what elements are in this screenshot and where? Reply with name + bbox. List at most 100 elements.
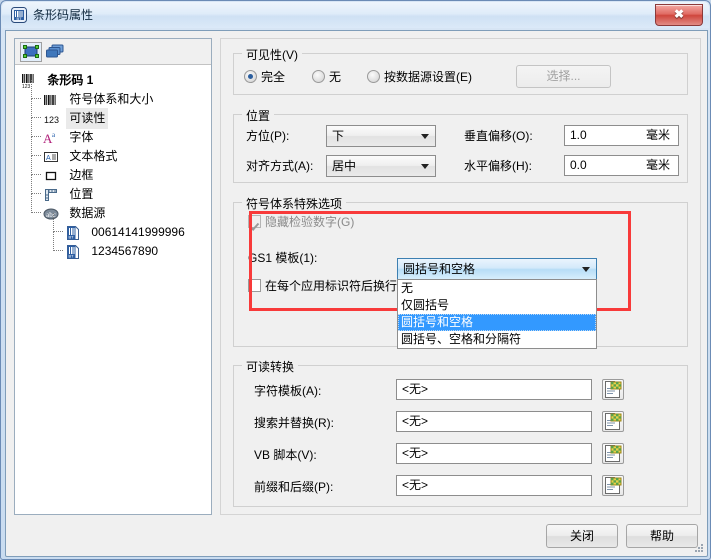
window-title: 条形码属性 [33, 8, 94, 22]
vertical-offset-unit: 毫米 [645, 128, 670, 142]
dropdown-option-parens-spaces[interactable]: 圆括号和空格 [398, 314, 596, 331]
tree-item-record-2[interactable]: BT 1234567890 [15, 232, 211, 260]
select-object-icon[interactable] [20, 42, 42, 62]
tree-item-symbology[interactable]: 符号体系和大小 [15, 80, 211, 108]
tree-item-border[interactable]: 边框 [15, 156, 211, 184]
chevron-down-icon [582, 267, 590, 272]
object-tree-pane: 123 条形码 1 符号体系和大小 123 可读性 A a 字体 A 文本格式 … [14, 38, 212, 515]
tree-item-label: 条形码 1 [47, 73, 94, 87]
close-icon: ✖ [673, 7, 685, 21]
vb-script-label: VB 脚本(V): [254, 448, 317, 462]
tree-item-label: 可读性 [66, 108, 109, 129]
tree-item-label: 1234567890 [91, 244, 159, 258]
svg-text:a: a [52, 131, 56, 139]
tree-item-label: 位置 [69, 187, 94, 201]
tree-item-record-1[interactable]: BT 00614141999996 [15, 213, 211, 241]
svg-text:BT: BT [16, 16, 22, 21]
chevron-down-icon [421, 164, 429, 169]
title-bar: BT 条形码属性 ✖ [2, 2, 709, 28]
text-format-icon: A [43, 149, 59, 165]
vb-script-value: <无> [402, 446, 429, 460]
readable-conversion-group-title: 可读转换 [242, 358, 299, 375]
gs1-template-dropdown-list[interactable]: 无 仅圆括号 圆括号和空格 圆括号、空格和分隔符 [397, 279, 597, 349]
vertical-offset-label: 垂直偏移(O): [464, 129, 533, 143]
orientation-label: 方位(P): [246, 129, 290, 143]
horizontal-offset-field[interactable]: 0.0 毫米 [564, 155, 679, 176]
resize-grip[interactable] [692, 542, 704, 554]
barcode-properties-window: BT 条形码属性 ✖ 123 条形码 1 符号体系和大小 123 可读性 A a… [0, 0, 711, 560]
tree-item-position[interactable]: 位置 [15, 175, 211, 203]
layers-icon[interactable] [45, 42, 67, 62]
tree-item-data-source[interactable]: abc 数据源 [15, 194, 211, 222]
char-template-field[interactable]: <无> [396, 379, 592, 400]
visibility-radio-none-label: 无 [329, 70, 342, 84]
tree-item-text-format[interactable]: A 文本格式 [15, 137, 211, 165]
dialog-client-area: 123 条形码 1 符号体系和大小 123 可读性 A a 字体 A 文本格式 … [5, 30, 708, 557]
wrap-after-ai-checkbox[interactable] [248, 279, 261, 292]
data-record-icon: BT [65, 244, 81, 260]
object-tree[interactable]: 123 条形码 1 符号体系和大小 123 可读性 A a 字体 A 文本格式 … [15, 66, 211, 514]
position-group-title: 位置 [242, 107, 275, 124]
vertical-offset-value: 1.0 [570, 128, 587, 142]
vb-script-field[interactable]: <无> [396, 443, 592, 464]
help-button[interactable]: 帮助 [626, 524, 698, 548]
vertical-offset-field[interactable]: 1.0 毫米 [564, 125, 679, 146]
search-replace-label: 搜索并替换(R): [254, 416, 334, 430]
svg-text:abc: abc [46, 211, 56, 219]
browse-template-icon[interactable] [602, 443, 624, 464]
prefix-suffix-label: 前缀和后缀(P): [254, 480, 334, 494]
browse-template-icon[interactable] [602, 411, 624, 432]
tree-item-label: 数据源 [69, 206, 106, 220]
tree-item-label: 文本格式 [69, 149, 118, 163]
gs1-template-combo[interactable]: 圆括号和空格 [397, 258, 597, 280]
gs1-template-label: GS1 模板(1): [248, 251, 318, 265]
position-group: 位置 方位(P): 下 垂直偏移(O): 1.0 毫米 对齐方式(A): 居中 … [233, 107, 688, 183]
tree-item-label: 字体 [69, 130, 94, 144]
barcode-properties-icon: BT [11, 7, 27, 23]
visibility-radio-none[interactable] [312, 70, 325, 83]
settings-pane: 可见性(V) 完全 无 按数据源设置(E) 选择... 位置 方位(P): 下 … [220, 38, 701, 515]
symbology-options-group-title: 符号体系特殊选项 [242, 195, 347, 212]
orientation-combo[interactable]: 下 [326, 125, 436, 147]
wrap-after-ai-label: 在每个应用标识符后换行 [265, 279, 398, 293]
browse-template-icon[interactable] [602, 379, 624, 400]
tree-item-label: 符号体系和大小 [69, 92, 154, 106]
close-window-button[interactable]: ✖ [655, 4, 703, 26]
alignment-combo[interactable]: 居中 [326, 155, 436, 177]
data-record-icon: BT [65, 225, 81, 241]
visibility-radio-full-label: 完全 [261, 70, 286, 84]
browse-template-icon[interactable] [602, 475, 624, 496]
symbology-icon [43, 92, 59, 108]
visibility-radio-datasource-label: 按数据源设置(E) [384, 70, 472, 84]
font-icon: A a [43, 130, 59, 146]
prefix-suffix-value: <无> [402, 478, 429, 492]
tree-item-font[interactable]: A a 字体 [15, 118, 211, 146]
tree-toolbar [15, 39, 211, 65]
human-readable-icon: 123 [43, 111, 59, 127]
search-replace-field[interactable]: <无> [396, 411, 592, 432]
tree-item-human-readable[interactable]: 123 可读性 [15, 99, 211, 129]
search-replace-value: <无> [402, 414, 429, 428]
visibility-select-button[interactable]: 选择... [516, 65, 611, 88]
visibility-radio-full[interactable] [244, 70, 257, 83]
visibility-group-title: 可见性(V) [242, 46, 302, 63]
tree-item-label: 边框 [69, 168, 94, 182]
border-icon [43, 168, 59, 184]
visibility-radio-datasource[interactable] [367, 70, 380, 83]
dropdown-option-parens-spaces-separators[interactable]: 圆括号、空格和分隔符 [398, 331, 596, 348]
horizontal-offset-unit: 毫米 [645, 158, 670, 172]
hide-check-digit-checkbox[interactable] [248, 215, 261, 228]
svg-text:BT: BT [68, 253, 74, 258]
readable-conversion-group: 可读转换 字符模板(A): <无> 搜索并替换(R): <无> VB 脚本(V)… [233, 358, 688, 507]
alignment-value: 居中 [332, 159, 357, 173]
position-icon [43, 187, 59, 203]
svg-text:123: 123 [22, 84, 31, 89]
close-button[interactable]: 关闭 [546, 524, 618, 548]
tree-item-label: 00614141999996 [91, 225, 185, 239]
chevron-down-icon [421, 134, 429, 139]
char-template-value: <无> [402, 382, 429, 396]
tree-item-barcode-1[interactable]: 123 条形码 1 [15, 70, 211, 90]
dropdown-option-none[interactable]: 无 [398, 280, 596, 297]
dropdown-option-parens-only[interactable]: 仅圆括号 [398, 297, 596, 314]
prefix-suffix-field[interactable]: <无> [396, 475, 592, 496]
